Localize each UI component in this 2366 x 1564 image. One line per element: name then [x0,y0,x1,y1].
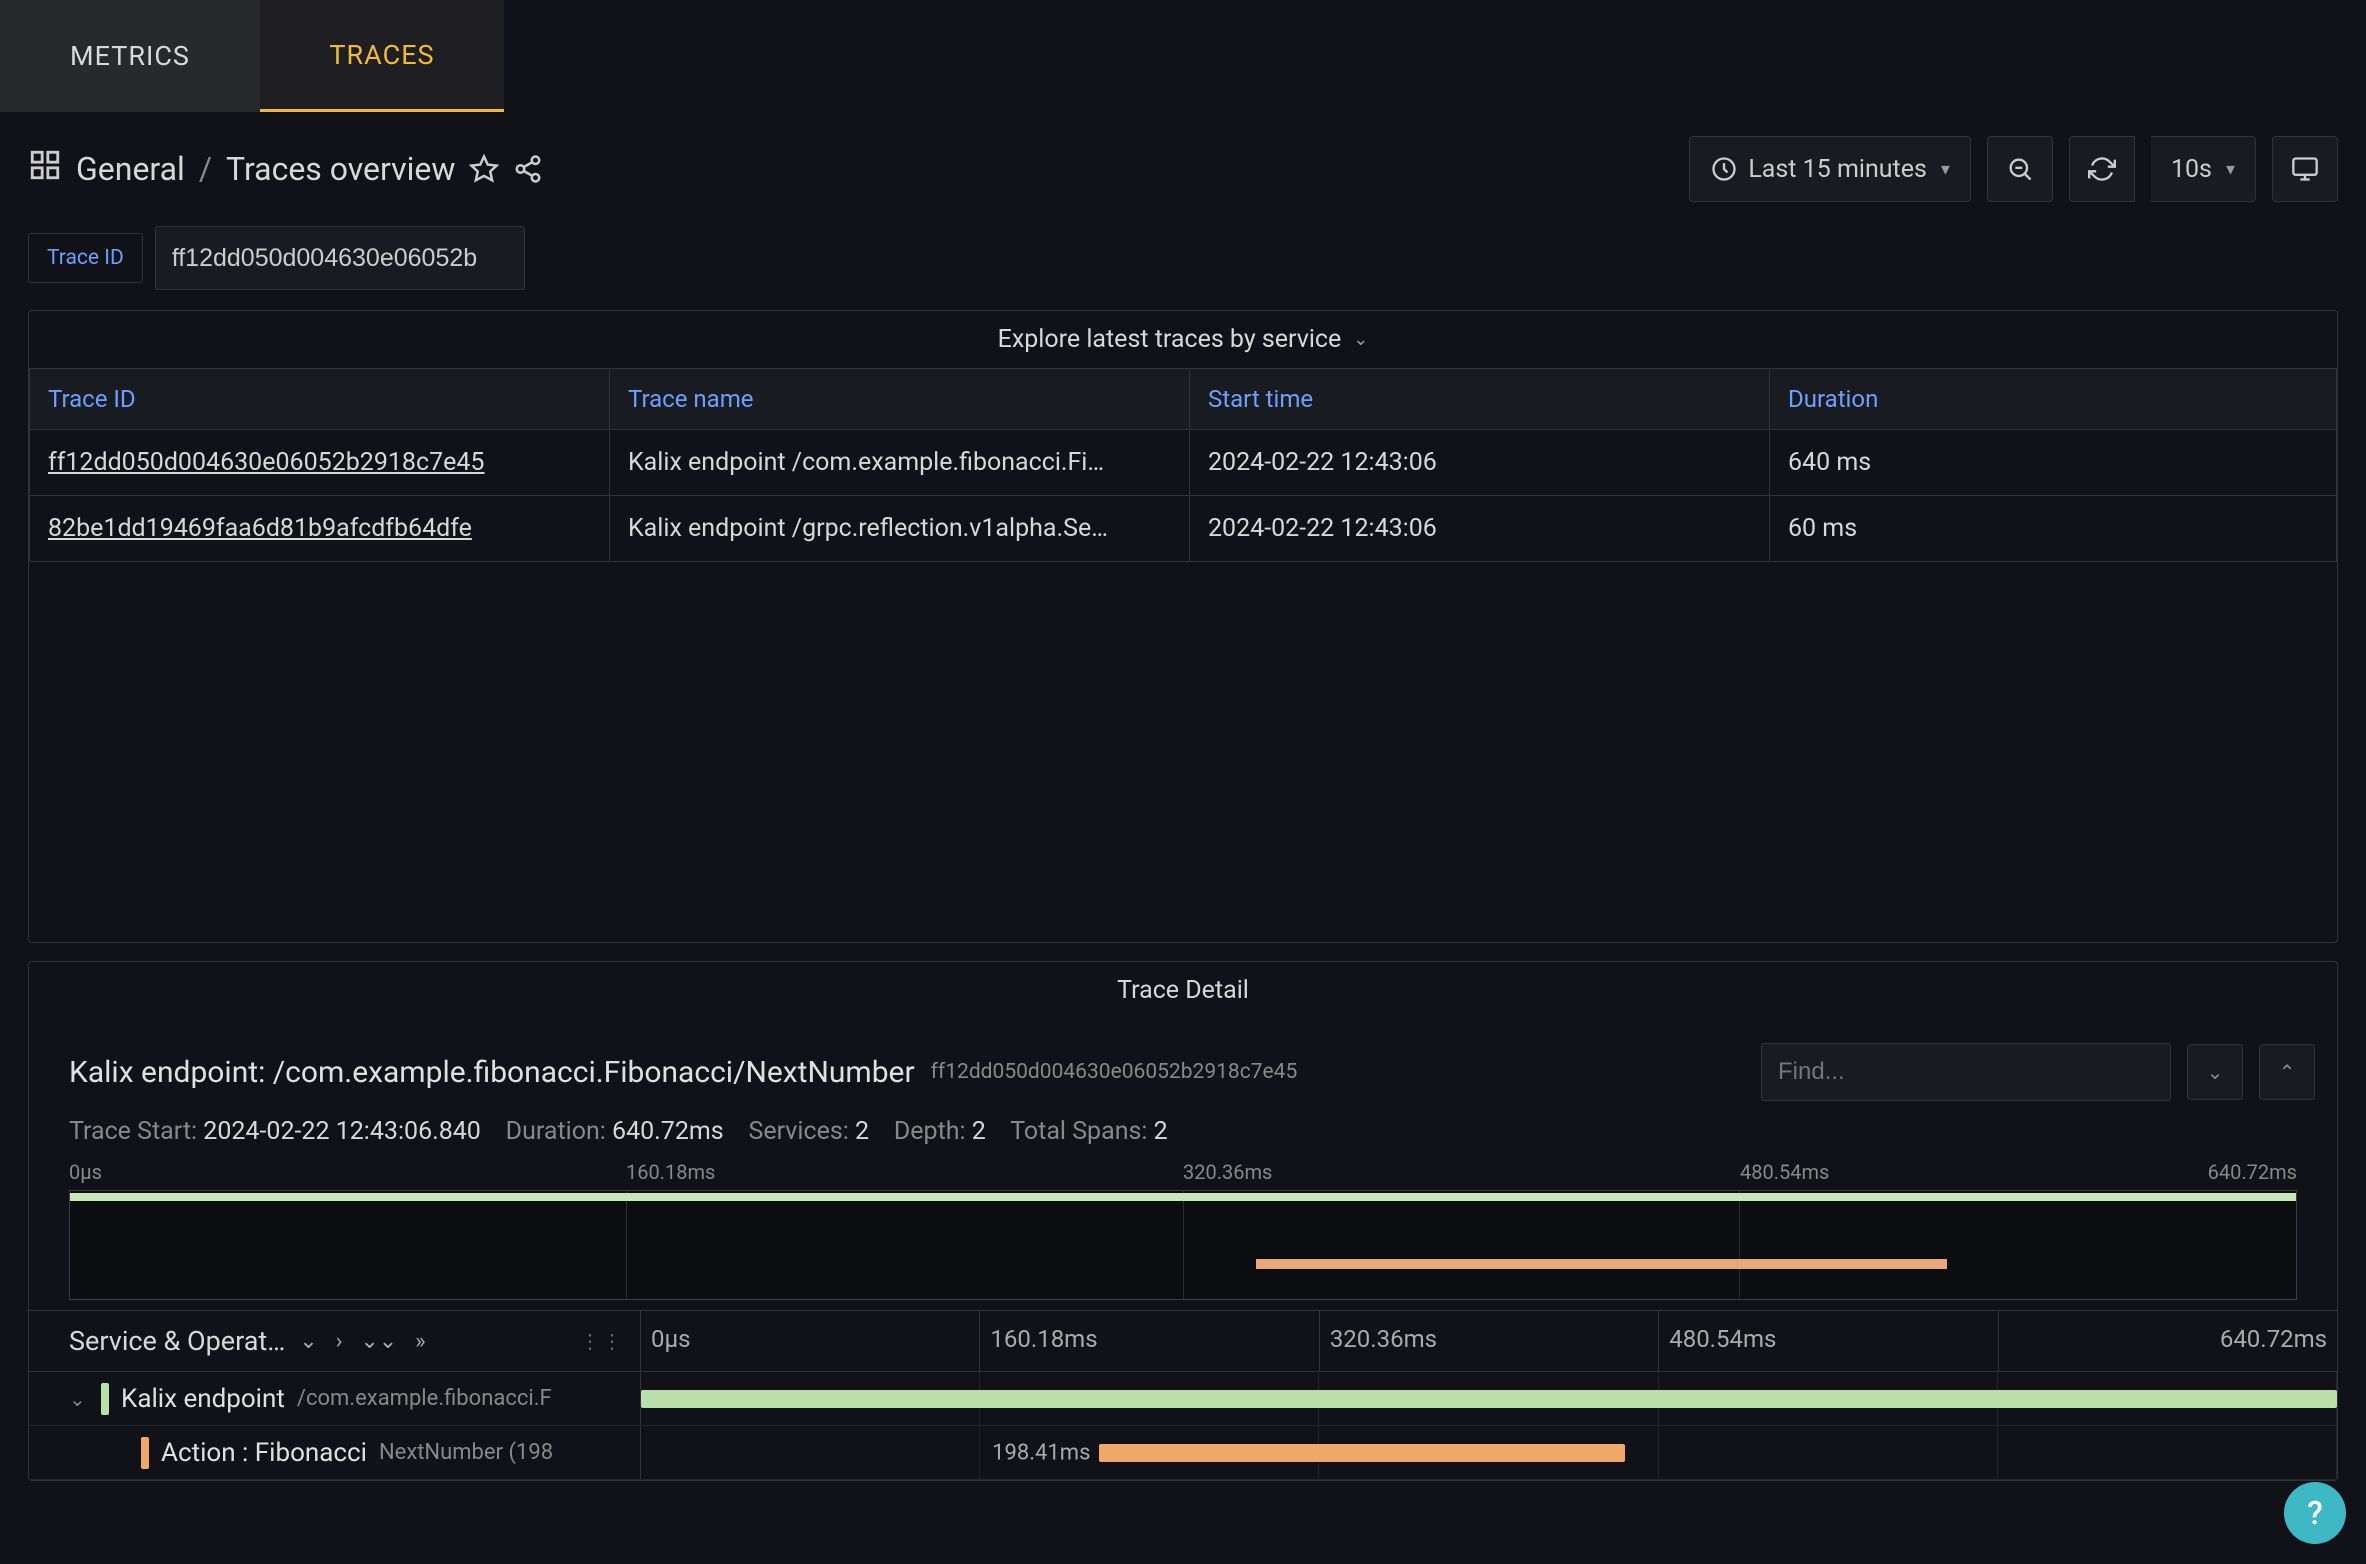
refresh-button[interactable] [2069,136,2135,202]
refresh-interval-label: 10s [2171,155,2212,184]
span-bar[interactable] [1099,1444,1625,1462]
cell-start: 2024-02-22 12:43:06 [1190,430,1770,496]
cell-start: 2024-02-22 12:43:06 [1190,496,1770,562]
span-service: Kalix endpoint [121,1384,285,1414]
explore-panel-title[interactable]: Explore latest traces by service ⌄ [29,311,2337,368]
col-start-time[interactable]: Start time [1190,369,1770,430]
span-row[interactable]: ⌄ Kalix endpoint /com.example.fibonacci.… [29,1372,2337,1426]
star-icon[interactable] [469,154,499,184]
header-bar: General / Traces overview Last 15 minute… [0,112,2366,226]
span-header-label: Service & Operat… [69,1325,285,1357]
filter-input-trace-id[interactable] [155,226,525,290]
tick-label: 0µs [641,1311,980,1371]
span-duration-label: 198.41ms [992,1440,1090,1465]
chevron-down-icon: ⌄ [1353,329,1368,350]
find-prev-button[interactable]: ⌃ [2259,1044,2315,1100]
refresh-interval-picker[interactable]: 10s ▾ [2151,136,2256,202]
share-icon[interactable] [513,154,543,184]
span-color-marker [101,1383,109,1415]
span-op: /com.example.fibonacci.F [297,1386,552,1411]
trace-detail-title: Trace Detail [29,962,2337,1019]
chevron-down-icon: ▾ [2226,159,2235,180]
tick-label: 320.36ms [1320,1311,1659,1371]
filter-label-trace-id[interactable]: Trace ID [28,233,143,283]
cell-trace-name: Kalix endpoint /com.example.fibonacci.Fi… [610,430,1190,496]
span-header-row: Service & Operat… ⌄ › ⌄⌄ » ⋮⋮ 0µs 160.18… [29,1310,2337,1372]
breadcrumb-page[interactable]: Traces overview [226,150,455,188]
trace-detail-panel: Trace Detail Kalix endpoint: /com.exampl… [28,961,2338,1481]
dashboard-icon[interactable] [28,148,62,190]
cell-trace-id[interactable]: 82be1dd19469faa6d81b9afcdfb64dfe [30,496,610,562]
cell-duration: 640 ms [1770,430,2337,496]
tab-traces[interactable]: TRACES [260,0,504,112]
minimap[interactable] [69,1190,2297,1300]
breadcrumb: General / Traces overview [28,148,543,190]
collapse-all-icon[interactable]: ⌄⌄ [356,1329,401,1354]
trace-table: Trace ID Trace name Start time Duration … [29,368,2337,562]
explore-panel: Explore latest traces by service ⌄ Trace… [28,310,2338,943]
col-duration[interactable]: Duration [1770,369,2337,430]
time-range-label: Last 15 minutes [1748,155,1927,184]
chevron-down-icon[interactable]: ⌄ [69,1387,89,1411]
tick-label: 480.54ms [1659,1311,1998,1371]
collapse-one-icon[interactable]: ⌄ [295,1329,321,1354]
tick-label: 640.72ms [1999,1311,2337,1371]
time-range-picker[interactable]: Last 15 minutes ▾ [1689,136,1971,202]
drag-handle-icon[interactable]: ⋮⋮ [580,1329,624,1353]
expand-all-icon[interactable]: » [411,1329,429,1354]
chevron-down-icon: ▾ [1941,159,1950,180]
minimap-span-1 [70,1193,2296,1201]
span-op: NextNumber (198 [379,1440,553,1465]
detail-stats: Trace Start: 2024-02-22 12:43:06.840 Dur… [29,1117,2337,1160]
col-trace-id[interactable]: Trace ID [30,369,610,430]
col-trace-name[interactable]: Trace name [610,369,1190,430]
span-bar[interactable] [641,1390,2337,1408]
cell-duration: 60 ms [1770,496,2337,562]
monitor-button[interactable] [2272,136,2338,202]
table-row[interactable]: 82be1dd19469faa6d81b9afcdfb64dfe Kalix e… [30,496,2337,562]
cell-trace-name: Kalix endpoint /grpc.reflection.v1alpha.… [610,496,1190,562]
minimap-ticks: 0µs 160.18ms 320.36ms 480.54ms 640.72ms [69,1160,2297,1186]
find-input[interactable] [1761,1043,2171,1101]
filter-row: Trace ID [0,226,2366,310]
expand-one-icon[interactable]: › [332,1329,347,1354]
top-tabs: METRICS TRACES [0,0,2366,112]
table-row[interactable]: ff12dd050d004630e06052b2918c7e45 Kalix e… [30,430,2337,496]
breadcrumb-root[interactable]: General [76,150,185,188]
tab-metrics[interactable]: METRICS [0,0,260,112]
cell-trace-id[interactable]: ff12dd050d004630e06052b2918c7e45 [30,430,610,496]
span-row[interactable]: Action : Fibonacci NextNumber (198 198.4… [29,1426,2337,1480]
minimap-span-2 [1256,1259,1946,1269]
detail-trace-name: Kalix endpoint: /com.example.fibonacci.F… [69,1055,915,1090]
span-color-marker [141,1437,149,1469]
span-service: Action : Fibonacci [161,1438,367,1468]
help-button[interactable]: ? [2284,1482,2346,1544]
find-next-button[interactable]: ⌄ [2187,1044,2243,1100]
breadcrumb-sep: / [199,150,212,188]
tick-label: 160.18ms [980,1311,1319,1371]
detail-trace-id: ff12dd050d004630e06052b2918c7e45 [931,1060,1298,1084]
zoom-out-button[interactable] [1987,136,2053,202]
